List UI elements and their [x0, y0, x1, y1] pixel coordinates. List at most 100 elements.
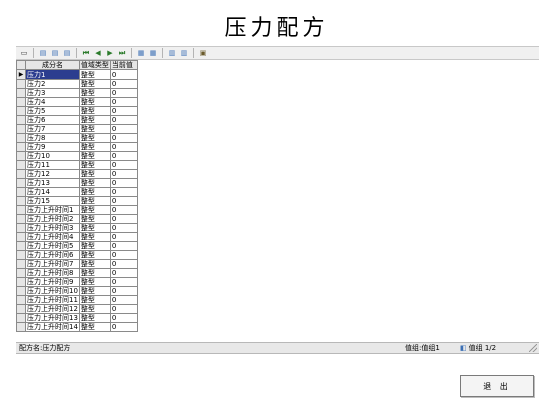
cell-current-value[interactable]: 0 — [109, 304, 138, 314]
first-record-icon[interactable]: ⏮ — [81, 48, 91, 58]
save-icon[interactable]: ▣ — [198, 48, 208, 58]
cell-current-value[interactable]: 0 — [109, 178, 138, 188]
cell-name[interactable]: 压力上升时间3 — [25, 223, 80, 233]
cell-type[interactable]: 整型 — [78, 304, 111, 314]
row-header[interactable] — [16, 142, 26, 152]
last-record-icon[interactable]: ⏭ — [117, 48, 127, 58]
resize-grip-icon[interactable] — [529, 344, 537, 352]
cell-type[interactable]: 整型 — [78, 106, 111, 116]
cell-current-value[interactable]: 0 — [109, 196, 138, 206]
cell-type[interactable]: 整型 — [78, 223, 111, 233]
cell-name[interactable]: 压力上升时间13 — [25, 313, 80, 323]
table-row[interactable]: 压力上升时间12 整型 0 — [16, 304, 138, 314]
row-header[interactable] — [16, 304, 26, 314]
cell-current-value[interactable]: 0 — [109, 133, 138, 143]
cell-current-value[interactable]: 0 — [109, 142, 138, 152]
cell-name[interactable]: 压力上升时间4 — [25, 232, 80, 242]
column-header-type[interactable]: 值域类型 — [78, 60, 111, 70]
open-folder-icon[interactable]: ▭ — [19, 48, 29, 58]
cell-name[interactable]: 压力8 — [25, 133, 80, 143]
cell-type[interactable]: 整型 — [78, 268, 111, 278]
exit-button[interactable]: 退 出 — [460, 375, 534, 397]
table-row[interactable]: 压力上升时间8 整型 0 — [16, 268, 138, 278]
cell-current-value[interactable]: 0 — [109, 268, 138, 278]
cell-type[interactable]: 整型 — [78, 214, 111, 224]
table-row[interactable]: 压力10 整型 0 — [16, 151, 138, 161]
cell-name[interactable]: 压力14 — [25, 187, 80, 197]
cell-current-value[interactable]: 0 — [109, 295, 138, 305]
table-row[interactable]: 压力上升时间11 整型 0 — [16, 295, 138, 305]
cell-current-value[interactable]: 0 — [109, 79, 138, 89]
table-row[interactable]: 压力上升时间13 整型 0 — [16, 313, 138, 323]
cell-type[interactable]: 整型 — [78, 124, 111, 134]
row-header[interactable]: ▶ — [16, 69, 26, 80]
table-row[interactable]: 压力上升时间14 整型 0 — [16, 322, 138, 332]
row-header[interactable] — [16, 79, 26, 89]
row-header[interactable] — [16, 322, 26, 332]
table-row[interactable]: 压力8 整型 0 — [16, 133, 138, 143]
cell-type[interactable]: 整型 — [78, 286, 111, 296]
column-header-name[interactable]: 成分名 — [25, 60, 80, 70]
cell-type[interactable]: 整型 — [78, 178, 111, 188]
import-icon[interactable]: ▦ — [136, 48, 146, 58]
table-row[interactable]: 压力13 整型 0 — [16, 178, 138, 188]
cell-name[interactable]: 压力上升时间14 — [25, 322, 80, 332]
table-row[interactable]: 压力11 整型 0 — [16, 160, 138, 170]
row-header[interactable] — [16, 277, 26, 287]
cell-name[interactable]: 压力10 — [25, 151, 80, 161]
table-row[interactable]: 压力6 整型 0 — [16, 115, 138, 125]
table-row[interactable]: 压力上升时间1 整型 0 — [16, 205, 138, 215]
table-row[interactable]: 压力上升时间7 整型 0 — [16, 259, 138, 269]
cell-current-value[interactable]: 0 — [109, 223, 138, 233]
table-row[interactable]: 压力2 整型 0 — [16, 79, 138, 89]
cell-type[interactable]: 整型 — [78, 322, 111, 332]
cell-type[interactable]: 整型 — [78, 313, 111, 323]
row-header[interactable] — [16, 160, 26, 170]
cell-type[interactable]: 整型 — [78, 88, 111, 98]
cell-name[interactable]: 压力9 — [25, 142, 80, 152]
row-header[interactable] — [16, 250, 26, 260]
cell-name[interactable]: 压力上升时间11 — [25, 295, 80, 305]
cell-current-value[interactable]: 0 — [109, 205, 138, 215]
table-row[interactable]: 压力上升时间2 整型 0 — [16, 214, 138, 224]
cell-type[interactable]: 整型 — [78, 259, 111, 269]
cell-type[interactable]: 整型 — [78, 115, 111, 125]
cell-type[interactable]: 整型 — [78, 232, 111, 242]
cell-type[interactable]: 整型 — [78, 187, 111, 197]
row-header[interactable] — [16, 106, 26, 116]
table-row[interactable]: 压力7 整型 0 — [16, 124, 138, 134]
table-row[interactable]: 压力12 整型 0 — [16, 169, 138, 179]
cell-type[interactable]: 整型 — [78, 169, 111, 179]
row-header[interactable] — [16, 205, 26, 215]
cell-name[interactable]: 压力5 — [25, 106, 80, 116]
cell-type[interactable]: 整型 — [78, 79, 111, 89]
cell-name[interactable]: 压力7 — [25, 124, 80, 134]
cell-type[interactable]: 整型 — [78, 241, 111, 251]
table-row[interactable]: 压力9 整型 0 — [16, 142, 138, 152]
table-row[interactable]: 压力上升时间4 整型 0 — [16, 232, 138, 242]
row-header[interactable] — [16, 214, 26, 224]
row-header[interactable] — [16, 187, 26, 197]
cell-current-value[interactable]: 0 — [109, 97, 138, 107]
cell-name[interactable]: 压力4 — [25, 97, 80, 107]
cell-current-value[interactable]: 0 — [109, 115, 138, 125]
cell-name[interactable]: 压力3 — [25, 88, 80, 98]
cell-current-value[interactable]: 0 — [109, 151, 138, 161]
cell-type[interactable]: 整型 — [78, 277, 111, 287]
cell-name[interactable]: 压力上升时间9 — [25, 277, 80, 287]
row-header[interactable] — [16, 124, 26, 134]
cell-current-value[interactable]: 0 — [109, 106, 138, 116]
cell-current-value[interactable]: 0 — [109, 124, 138, 134]
cell-current-value[interactable]: 0 — [109, 241, 138, 251]
row-header[interactable] — [16, 97, 26, 107]
cell-name[interactable]: 压力15 — [25, 196, 80, 206]
cell-current-value[interactable]: 0 — [109, 322, 138, 332]
cell-current-value[interactable]: 0 — [109, 187, 138, 197]
cell-current-value[interactable]: 0 — [109, 232, 138, 242]
row-header[interactable] — [16, 115, 26, 125]
cell-name[interactable]: 压力11 — [25, 160, 80, 170]
cell-type[interactable]: 整型 — [78, 295, 111, 305]
cell-name[interactable]: 压力上升时间6 — [25, 250, 80, 260]
export-icon[interactable]: ▦ — [148, 48, 158, 58]
cell-name[interactable]: 压力13 — [25, 178, 80, 188]
